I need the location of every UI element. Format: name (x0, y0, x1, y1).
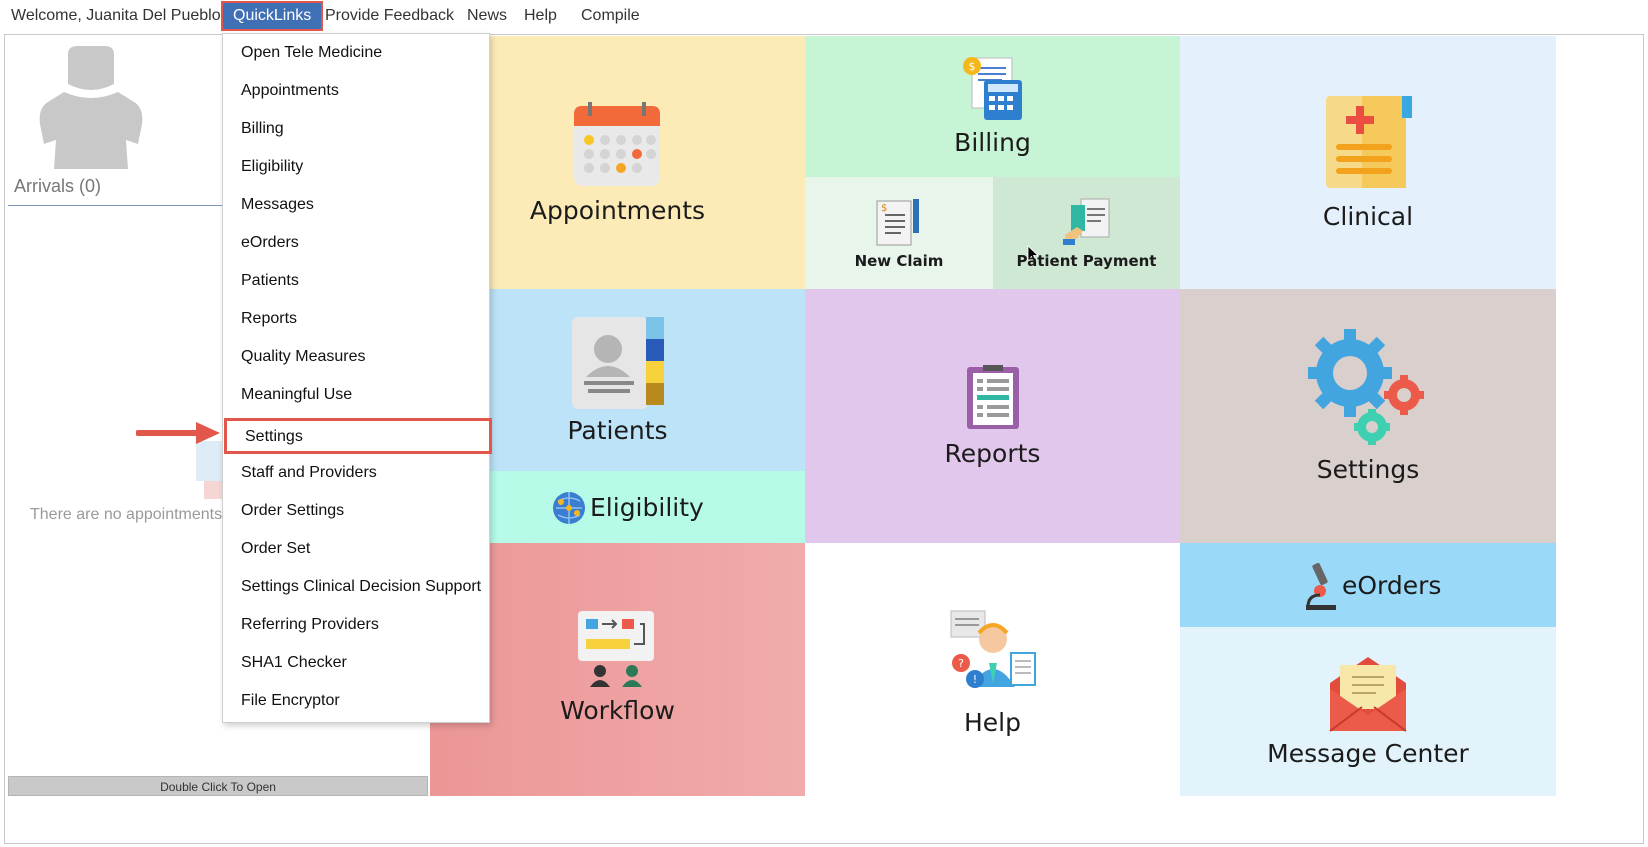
billing-tile[interactable]: $ Billing (805, 36, 1180, 177)
settings-tile[interactable]: Settings (1180, 289, 1556, 543)
clinical-tile[interactable]: Clinical (1180, 36, 1556, 289)
help-support-agent-icon: ? ! (950, 610, 1036, 688)
menu-item-order-set[interactable]: Order Set (223, 530, 489, 568)
workflow-board-icon (578, 611, 654, 687)
menu-item-sha1-checker[interactable]: SHA1 Checker (223, 644, 489, 682)
quicklinks-dropdown: Open Tele Medicine Appointments Billing … (222, 33, 492, 723)
menu-item-eligibility[interactable]: Eligibility (223, 148, 489, 186)
message-center-tile[interactable]: Message Center (1180, 627, 1556, 796)
eorders-label: eOrders (1342, 571, 1442, 600)
menu-item-appointments[interactable]: Appointments (223, 72, 489, 110)
envelope-icon (1329, 657, 1407, 732)
claim-document-icon: $ (876, 199, 919, 246)
new-claim-tile[interactable]: $ New Claim (805, 177, 993, 289)
payment-document-icon (1063, 198, 1110, 245)
svg-text:?: ? (958, 657, 964, 670)
eligibility-label: Eligibility (590, 493, 704, 522)
svg-text:$: $ (969, 60, 976, 73)
svg-text:$: $ (881, 203, 887, 214)
menu-item-settings-clinical-decision-support[interactable]: Settings Clinical Decision Support (223, 568, 489, 606)
arrivals-heading: Arrivals (0) (14, 176, 102, 196)
eorders-tile[interactable]: eOrders (1180, 543, 1556, 627)
reports-tile[interactable]: Reports (805, 289, 1180, 543)
top-nav: Welcome, Juanita Del Pueblo QuickLinks P… (0, 0, 1648, 32)
clinical-folder-icon (1326, 96, 1412, 188)
billing-calculator-icon: $ (963, 57, 1022, 120)
menu-item-order-settings[interactable]: Order Settings (223, 492, 489, 530)
settings-label: Settings (1316, 455, 1420, 484)
user-avatar-icon (39, 46, 143, 169)
reports-clipboard-icon (967, 365, 1019, 429)
help-link[interactable]: Help (524, 0, 557, 32)
patient-payment-tile[interactable]: Patient Payment (993, 177, 1180, 289)
no-appointments-message: There are no appointments r (30, 506, 232, 523)
reports-label: Reports (944, 439, 1041, 468)
menu-item-eorders[interactable]: eOrders (223, 224, 489, 262)
globe-network-icon (553, 492, 585, 524)
svg-text:!: ! (973, 673, 977, 686)
new-claim-label: New Claim (854, 252, 944, 270)
microscope-icon (1306, 562, 1336, 610)
patient-payment-label: Patient Payment (1016, 252, 1157, 270)
clinical-label: Clinical (1322, 202, 1414, 231)
calendar-icon (574, 102, 660, 186)
welcome-text: Welcome, Juanita Del Pueblo (11, 7, 221, 24)
billing-label: Billing (954, 128, 1031, 157)
news-link[interactable]: News (467, 0, 507, 32)
menu-item-meaningful-use[interactable]: Meaningful Use (223, 376, 489, 414)
compile-link[interactable]: Compile (581, 0, 640, 32)
menu-item-patients[interactable]: Patients (223, 262, 489, 300)
patients-contact-book-icon (572, 317, 664, 409)
settings-gears-icon (1308, 329, 1424, 445)
menu-item-settings[interactable]: Settings (224, 418, 492, 454)
help-label: Help (964, 708, 1021, 737)
message-center-label: Message Center (1267, 739, 1469, 768)
menu-item-referring-providers[interactable]: Referring Providers (223, 606, 489, 644)
provide-feedback-link[interactable]: Provide Feedback (325, 0, 454, 32)
help-tile[interactable]: ? ! Help (805, 543, 1180, 796)
menu-item-reports[interactable]: Reports (223, 300, 489, 338)
menu-item-billing[interactable]: Billing (223, 110, 489, 148)
menu-item-quality-measures[interactable]: Quality Measures (223, 338, 489, 376)
menu-item-open-tele-medicine[interactable]: Open Tele Medicine (223, 34, 489, 72)
eligibility-tile[interactable]: Eligibility (490, 471, 805, 543)
annotation-arrow-icon (136, 422, 220, 444)
menu-item-staff-and-providers[interactable]: Staff and Providers (223, 454, 489, 492)
menu-item-file-encryptor[interactable]: File Encryptor (223, 682, 489, 720)
double-click-to-open-bar[interactable]: Double Click To Open (8, 776, 428, 796)
menu-item-messages[interactable]: Messages (223, 186, 489, 224)
quicklinks-menu-button[interactable]: QuickLinks (221, 1, 324, 31)
